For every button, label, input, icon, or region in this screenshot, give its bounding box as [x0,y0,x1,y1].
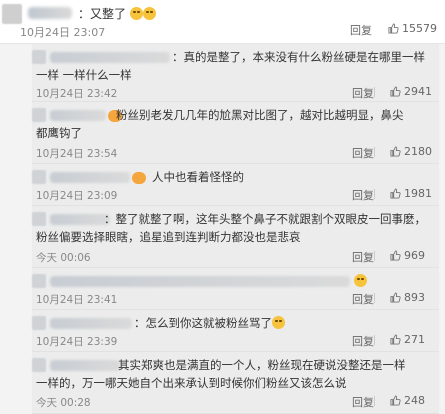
comment-time: 今天 00:28 [36,397,91,409]
reply-button[interactable]: 回复 [352,187,374,203]
comment-text: ：又整了 [78,5,156,22]
comment-time: 10月24日 23:54 [36,148,118,160]
like-count: 2941 [404,85,432,98]
divider [374,87,375,97]
comment-text-line2: 一样 一样什么一样 [36,68,132,82]
thumbs-up-icon [390,395,401,406]
fan-badge-icon [132,172,146,184]
comment-time: 10月24日 23:09 [36,190,118,202]
divider [374,335,375,345]
comment-text-blurred [50,276,350,287]
avatar[interactable] [32,108,46,122]
list-item: 10月24日 23:41 回复 893 [32,268,439,310]
comment-text: ：整了就整了啊，这年头整个鼻子不就跟割个双眼皮一回事麽， [104,212,426,226]
like-button[interactable]: 2180 [390,145,432,158]
divider [374,189,375,199]
like-button[interactable]: 15579 [388,22,437,35]
username-blurred[interactable] [50,360,120,371]
avatar[interactable] [32,170,46,184]
like-button[interactable]: 271 [390,333,425,346]
divider [374,293,375,303]
list-item: 人中也看着怪怪的 10月24日 23:09 回复 1981 [32,164,439,206]
like-button[interactable]: 969 [390,249,425,262]
laugh-cry-emoji-icon [354,274,367,287]
username-blurred[interactable] [50,172,130,183]
username-blurred[interactable] [28,7,72,19]
comment-text-line2: 一样的，万一哪天她自个出来承认到时候你们粉丝又该怎么说 [36,376,347,390]
avatar[interactable] [32,212,46,226]
like-count: 248 [404,394,425,407]
username-blurred[interactable] [50,318,132,329]
top-comment: ：又整了 10月24日 23:07 回复 15579 [0,0,445,44]
like-button[interactable]: 2941 [390,85,432,98]
username-blurred[interactable] [50,214,110,225]
reply-button[interactable]: 回复 [352,85,374,101]
comment-text-line2: 粉丝偏要选择眼瞎，追星追到连判断力都没也是悲哀 [36,230,301,244]
list-item: 其实郑爽也是满直的一个人，粉丝现在硬说没整还是一样 一样的，万一哪天她自个出来承… [32,352,439,414]
like-button[interactable]: 1981 [390,187,432,200]
list-item: ：真的是整了，本来没有什么粉丝硬是在哪里一样 一样 一样什么一样 10月24日 … [32,44,439,102]
like-count: 1981 [404,187,432,200]
comment-text: 其实郑爽也是满直的一个人，粉丝现在硬说没整还是一样 [118,358,406,372]
thumbs-up-icon [388,23,399,34]
comment-time: 10月24日 23:41 [36,294,118,306]
thumbs-up-icon [390,250,401,261]
avatar[interactable] [32,358,46,372]
reply-button[interactable]: 回复 [352,291,374,307]
reply-button[interactable]: 回复 [352,249,374,265]
like-count: 2180 [404,145,432,158]
thumbs-up-icon [390,188,401,199]
like-count: 893 [404,291,425,304]
thumbs-up-icon [390,146,401,157]
comment-text: ：真的是整了，本来没有什么粉丝硬是在哪里一样 [172,50,425,64]
avatar[interactable] [32,316,46,330]
thumbs-up-icon [390,86,401,97]
username-blurred[interactable] [50,110,106,121]
thumbs-up-icon [390,334,401,345]
divider [374,147,375,157]
avatar[interactable] [32,274,46,288]
comment-text: 人中也看着怪怪的 [152,170,244,184]
username-blurred[interactable] [50,52,170,63]
reply-button[interactable]: 回复 [352,333,374,349]
like-count: 271 [404,333,425,346]
comment-time: 10月24日 23:42 [36,88,118,100]
list-item: 粉丝别老发几几年的尬黑对比图了，越对比越明显，鼻尖 都鹰钩了 10月24日 23… [32,102,439,164]
comment-text: ：怎么到你这就被粉丝骂了 [134,314,285,333]
comment-text-line2: 都鹰钩了 [36,126,82,140]
comment-time: 10月24日 23:39 [36,336,118,348]
comment-time: 今天 00:06 [36,252,91,264]
laugh-cry-emoji-icon [272,316,285,329]
avatar[interactable] [2,4,22,24]
like-count: 15579 [402,22,437,35]
avatar[interactable] [32,50,46,64]
divider [374,251,375,261]
reply-button[interactable]: 回复 [352,145,374,161]
comment-time: 10月24日 23:07 [20,26,106,39]
laugh-cry-emoji-icon [142,7,156,20]
divider [374,396,375,406]
reply-button[interactable]: 回复 [352,394,374,410]
list-item: ：怎么到你这就被粉丝骂了 10月24日 23:39 回复 271 [32,310,439,352]
thumbs-up-icon [390,292,401,303]
comment-text: 粉丝别老发几几年的尬黑对比图了，越对比越明显，鼻尖 [116,108,404,122]
like-button[interactable]: 248 [390,394,425,407]
like-button[interactable]: 893 [390,291,425,304]
like-count: 969 [404,249,425,262]
laugh-cry-emoji-icon [129,7,143,20]
reply-button[interactable]: 回复 [350,22,372,38]
list-item: ：整了就整了啊，这年头整个鼻子不就跟割个双眼皮一回事麽， 粉丝偏要选择眼瞎，追星… [32,206,439,268]
